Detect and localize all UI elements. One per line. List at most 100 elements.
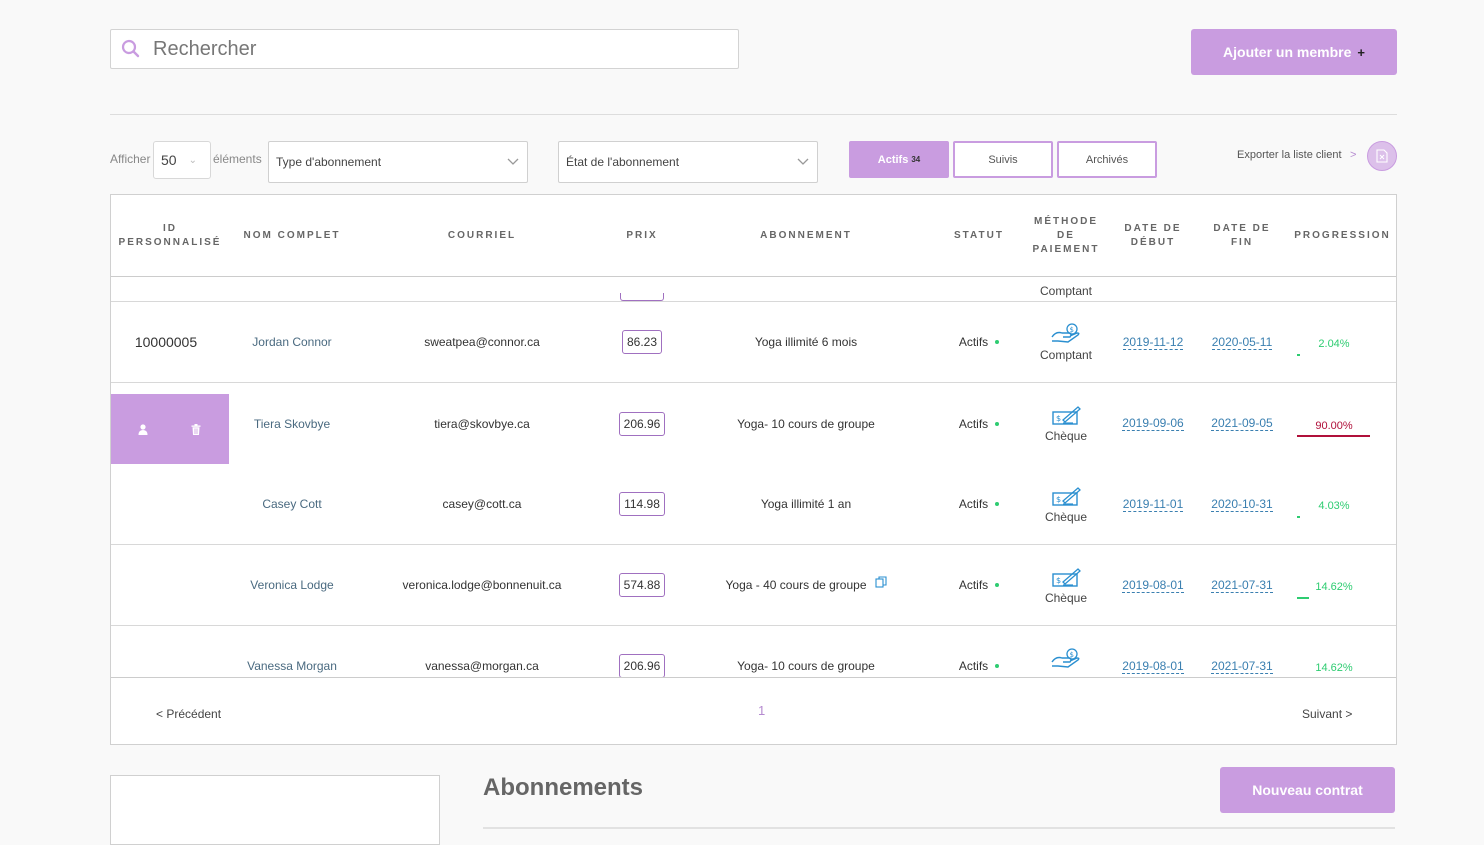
header-start-date[interactable]: DATE DE DÉBUT	[1111, 195, 1195, 277]
user-profile-button[interactable]	[138, 422, 148, 440]
header-text: DATE DE	[1213, 223, 1271, 234]
subscriptions-divider	[483, 827, 1395, 829]
svg-text:$: $	[1070, 651, 1074, 659]
new-contract-button[interactable]: Nouveau contrat	[1220, 767, 1395, 813]
search-input[interactable]	[153, 37, 713, 61]
tab-archived[interactable]: Archivés	[1057, 141, 1157, 178]
full-name-link[interactable]: Vanessa Morgan	[229, 626, 355, 677]
delete-button[interactable]	[191, 422, 201, 440]
header-subscription[interactable]: ABONNEMENT	[675, 195, 937, 277]
payment-cell: $ Comptant	[1021, 302, 1111, 382]
header-price[interactable]: PRIX	[609, 195, 675, 277]
status-dot-icon	[995, 421, 1000, 426]
subscription-state-placeholder: État de l'abonnement	[566, 155, 680, 169]
svg-text:$: $	[1056, 495, 1061, 504]
end-date-link[interactable]: 2020-05-11	[1211, 335, 1273, 350]
header-text: ABONNEMENT	[760, 230, 852, 241]
start-date-link[interactable]: 2019-09-06	[1122, 416, 1184, 431]
show-label: Afficher	[110, 152, 151, 166]
header-text: ID	[163, 223, 177, 234]
tab-followed[interactable]: Suivis	[953, 141, 1053, 178]
page-number-current[interactable]: 1	[758, 703, 765, 718]
status-text: Actifs	[958, 416, 989, 431]
progress-cell: 90.00%	[1289, 383, 1396, 464]
table-row[interactable]: Tiera Skovbye tiera@skovbye.ca 206.96 Yo…	[111, 383, 1396, 464]
end-date-cell: 2021-09-05	[1195, 383, 1289, 464]
header-custom-id: ID PERSONNALISÉ	[111, 195, 229, 277]
pagination: < Précédent 1 Suivant >	[111, 677, 1396, 744]
start-date-link[interactable]: 2019-08-01	[1122, 659, 1184, 674]
header-text: PROGRESSION	[1294, 230, 1391, 241]
start-date-link[interactable]: 2019-11-01	[1122, 497, 1184, 512]
header-text: PRIX	[626, 230, 658, 241]
subscription-type-select[interactable]: Type d'abonnement	[268, 141, 528, 183]
add-member-label: Ajouter un membre	[1223, 44, 1352, 60]
items-count-select[interactable]: 50 ⌄	[153, 141, 211, 179]
full-name-link[interactable]: Jordan Connor	[229, 302, 355, 382]
end-date-cell: 2021-07-31	[1195, 545, 1289, 625]
price-cell: 114.98	[609, 464, 675, 544]
status-text: Actifs	[958, 578, 989, 592]
header-text: FIN	[1230, 237, 1254, 248]
full-name-link[interactable]: Veronica Lodge	[229, 545, 355, 625]
end-date-link[interactable]: 2021-07-31	[1211, 578, 1273, 593]
payment-cell: $ Chèque	[1021, 383, 1111, 464]
table-row[interactable]: Vanessa Morgan vanessa@morgan.ca 206.96 …	[111, 626, 1396, 677]
table-row[interactable]: 10000005 Jordan Connor sweatpea@connor.c…	[111, 302, 1396, 383]
payment-label: Chèque	[1044, 590, 1088, 605]
search-icon	[121, 39, 140, 58]
header-progress[interactable]: PROGRESSION	[1289, 195, 1396, 277]
header-full-name[interactable]: NOM COMPLET	[229, 195, 355, 277]
email-cell: veronica.lodge@bonnenuit.ca	[402, 578, 562, 592]
next-page-button[interactable]: Suivant >	[1302, 707, 1352, 721]
progress-percent: 2.04%	[1318, 338, 1350, 350]
price-cell: 206.96	[609, 626, 675, 677]
header-payment-method[interactable]: MÉTHODE DE PAIEMENT	[1021, 195, 1111, 277]
end-date-cell: 2021-07-31	[1195, 626, 1289, 677]
subscription-state-select[interactable]: État de l'abonnement	[558, 141, 818, 183]
header-text: DATE DE	[1124, 223, 1182, 234]
full-name-link[interactable]: Tiera Skovbye	[229, 383, 355, 464]
email-cell: vanessa@morgan.ca	[425, 659, 539, 673]
full-name-link[interactable]: Casey Cott	[229, 464, 355, 544]
table-header: ID PERSONNALISÉ NOM COMPLET COURRIEL PRI…	[111, 195, 1396, 277]
table-row[interactable]: Casey Cott casey@cott.ca 114.98 Yoga ill…	[111, 464, 1396, 545]
previous-page-button[interactable]: < Précédent	[156, 707, 221, 721]
status-dot-icon	[995, 340, 1000, 344]
payment-cell: $ Chèque	[1021, 464, 1111, 544]
subscription-type-placeholder: Type d'abonnement	[276, 155, 382, 169]
search-bar[interactable]	[110, 29, 739, 69]
price-cell	[609, 277, 675, 301]
header-text: NOM COMPLET	[243, 230, 341, 241]
price-cell: 574.88	[609, 545, 675, 625]
table-row[interactable]: Comptant	[111, 277, 1396, 302]
row-actions-panel	[111, 394, 229, 464]
payment-cell: $	[1021, 626, 1111, 677]
chevron-down-icon	[507, 158, 519, 165]
svg-text:$: $	[1056, 414, 1061, 423]
cash-hand-icon: $	[1051, 648, 1080, 668]
export-file-button[interactable]	[1367, 141, 1397, 171]
end-date-link[interactable]: 2021-07-31	[1211, 659, 1273, 674]
header-end-date[interactable]: DATE DE FIN	[1195, 195, 1289, 277]
svg-text:$: $	[1070, 326, 1074, 334]
start-date-cell: 2019-09-06	[1111, 383, 1195, 464]
status-dot-icon	[995, 664, 1000, 668]
start-date-link[interactable]: 2019-11-12	[1122, 335, 1184, 350]
add-member-button[interactable]: Ajouter un membre +	[1191, 29, 1397, 75]
tab-active[interactable]: Actifs 34	[849, 141, 949, 178]
cheque-icon: $	[1052, 567, 1081, 587]
start-date-cell: 2019-11-12	[1111, 302, 1195, 382]
price-value: 574.88	[618, 573, 666, 597]
copy-icon[interactable]	[874, 576, 887, 588]
end-date-link[interactable]: 2021-09-05	[1211, 416, 1273, 431]
cash-hand-icon: $	[1051, 322, 1080, 343]
status-text: Actifs	[958, 497, 989, 511]
price-value: 206.96	[618, 411, 666, 436]
header-status[interactable]: STATUT	[937, 195, 1021, 277]
start-date-link[interactable]: 2019-08-01	[1122, 578, 1184, 593]
export-client-list-link[interactable]: Exporter la liste client	[1237, 149, 1342, 161]
end-date-link[interactable]: 2020-10-31	[1211, 497, 1273, 512]
table-row[interactable]: Veronica Lodge veronica.lodge@bonnenuit.…	[111, 545, 1396, 626]
header-email[interactable]: COURRIEL	[355, 195, 609, 277]
